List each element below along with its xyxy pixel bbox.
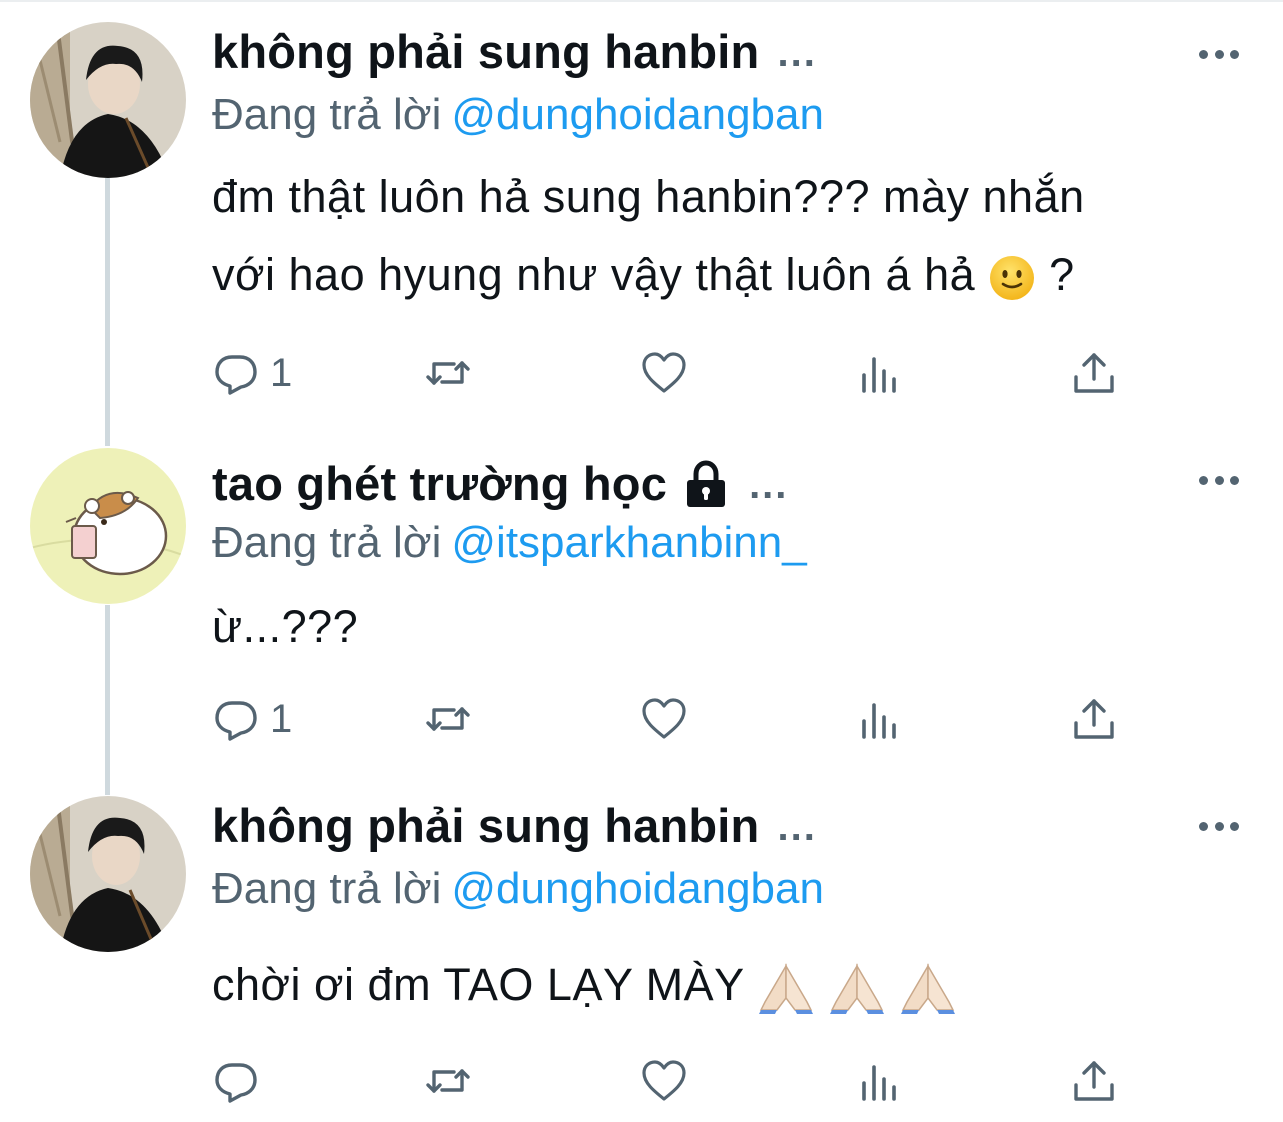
reply-prefix: Đang trả lời — [212, 864, 442, 913]
truncation-ellipsis: ... — [777, 805, 817, 849]
tweet-text-line: ừ...??? — [212, 601, 359, 652]
tweet-text: đm thật luôn hả sung hanbin??? mày nhắn … — [212, 158, 1252, 314]
reply-handle-link[interactable]: @dunghoidangban — [451, 864, 824, 913]
like-button[interactable] — [640, 1056, 688, 1106]
lock-icon — [687, 459, 726, 507]
truncation-ellipsis: ... — [749, 463, 789, 507]
share-button[interactable] — [1070, 1056, 1118, 1106]
reply-context: Đang trả lời @dunghoidangban — [212, 864, 824, 914]
truncation-ellipsis: ... — [777, 31, 817, 75]
share-icon — [1074, 699, 1114, 739]
more-icon[interactable] — [1199, 44, 1239, 64]
avatar[interactable] — [30, 22, 186, 178]
heart-icon — [642, 698, 686, 739]
tweet-text-segment: với hao hyung như vậy thật luôn á hả — [212, 249, 976, 300]
retweet-icon — [426, 361, 470, 385]
views-button[interactable] — [856, 694, 904, 744]
tweet-text-line: đm thật luôn hả sung hanbin??? mày nhắn — [212, 171, 1085, 222]
avatar-image — [30, 22, 186, 178]
reply-icon — [215, 701, 257, 741]
share-button[interactable] — [1070, 348, 1118, 398]
tweet-text-line: với hao hyung như vậy thật luôn á hả ? — [212, 236, 1252, 314]
author-name[interactable]: tao ghét trường học — [212, 456, 667, 511]
reply-context: Đang trả lời @dunghoidangban — [212, 90, 824, 140]
like-button[interactable] — [640, 348, 688, 398]
heart-icon — [642, 352, 686, 393]
more-icon[interactable] — [1199, 470, 1239, 490]
reply-prefix: Đang trả lời — [212, 90, 442, 139]
reply-icon — [215, 1063, 257, 1103]
reply-handle-link[interactable]: @itsparkhanbinn_ — [451, 518, 806, 567]
top-divider — [0, 0, 1283, 2]
views-button[interactable] — [856, 348, 904, 398]
reply-prefix: Đang trả lời — [212, 518, 442, 567]
like-button[interactable] — [640, 694, 688, 744]
folded-hands-icon — [758, 963, 813, 1015]
reply-count: 1 — [270, 350, 293, 395]
thread-connector — [105, 605, 110, 795]
share-button[interactable] — [1070, 694, 1118, 744]
views-icon — [862, 1065, 896, 1101]
avatar-image — [30, 796, 186, 952]
share-icon — [1074, 353, 1114, 393]
tweet-text: chời ơi đm TAO LẠY MÀY — [212, 946, 1252, 1024]
thread-connector — [105, 178, 110, 446]
tweet-text-segment: chời ơi đm TAO LẠY MÀY — [212, 959, 744, 1010]
reply-handle-link[interactable]: @dunghoidangban — [451, 90, 824, 139]
reply-button[interactable] — [212, 1056, 270, 1106]
avatar-image — [30, 448, 186, 604]
folded-hands-icon — [829, 963, 884, 1015]
avatar[interactable] — [30, 448, 186, 604]
retweet-button[interactable] — [424, 348, 472, 398]
action-bar: 1 — [212, 348, 1132, 398]
avatar[interactable] — [30, 796, 186, 952]
share-icon — [1074, 1061, 1114, 1101]
author-name[interactable]: không phải sung hanbin — [212, 798, 759, 853]
author-name[interactable]: không phải sung hanbin — [212, 24, 759, 79]
folded-hands-icon — [900, 963, 955, 1015]
action-bar: 1 — [212, 694, 1132, 744]
retweet-icon — [426, 707, 470, 731]
retweet-button[interactable] — [424, 694, 472, 744]
heart-icon — [642, 1060, 686, 1101]
slightly-smiling-face-icon — [990, 256, 1035, 301]
more-icon[interactable] — [1199, 816, 1239, 836]
reply-icon — [215, 355, 257, 395]
reply-context: Đang trả lời @itsparkhanbinn_ — [212, 518, 807, 568]
retweet-button[interactable] — [424, 1056, 472, 1106]
action-bar — [212, 1056, 1132, 1106]
views-icon — [862, 357, 896, 393]
reply-button[interactable]: 1 — [212, 348, 292, 398]
tweet-text-line: chời ơi đm TAO LẠY MÀY — [212, 946, 1252, 1024]
tweet-text-segment: ? — [1049, 249, 1075, 300]
retweet-icon — [426, 1069, 470, 1093]
tweet-text: ừ...??? — [212, 588, 1252, 666]
reply-button[interactable]: 1 — [212, 694, 292, 744]
views-button[interactable] — [856, 1056, 904, 1106]
reply-count: 1 — [270, 696, 293, 741]
views-icon — [862, 703, 896, 739]
